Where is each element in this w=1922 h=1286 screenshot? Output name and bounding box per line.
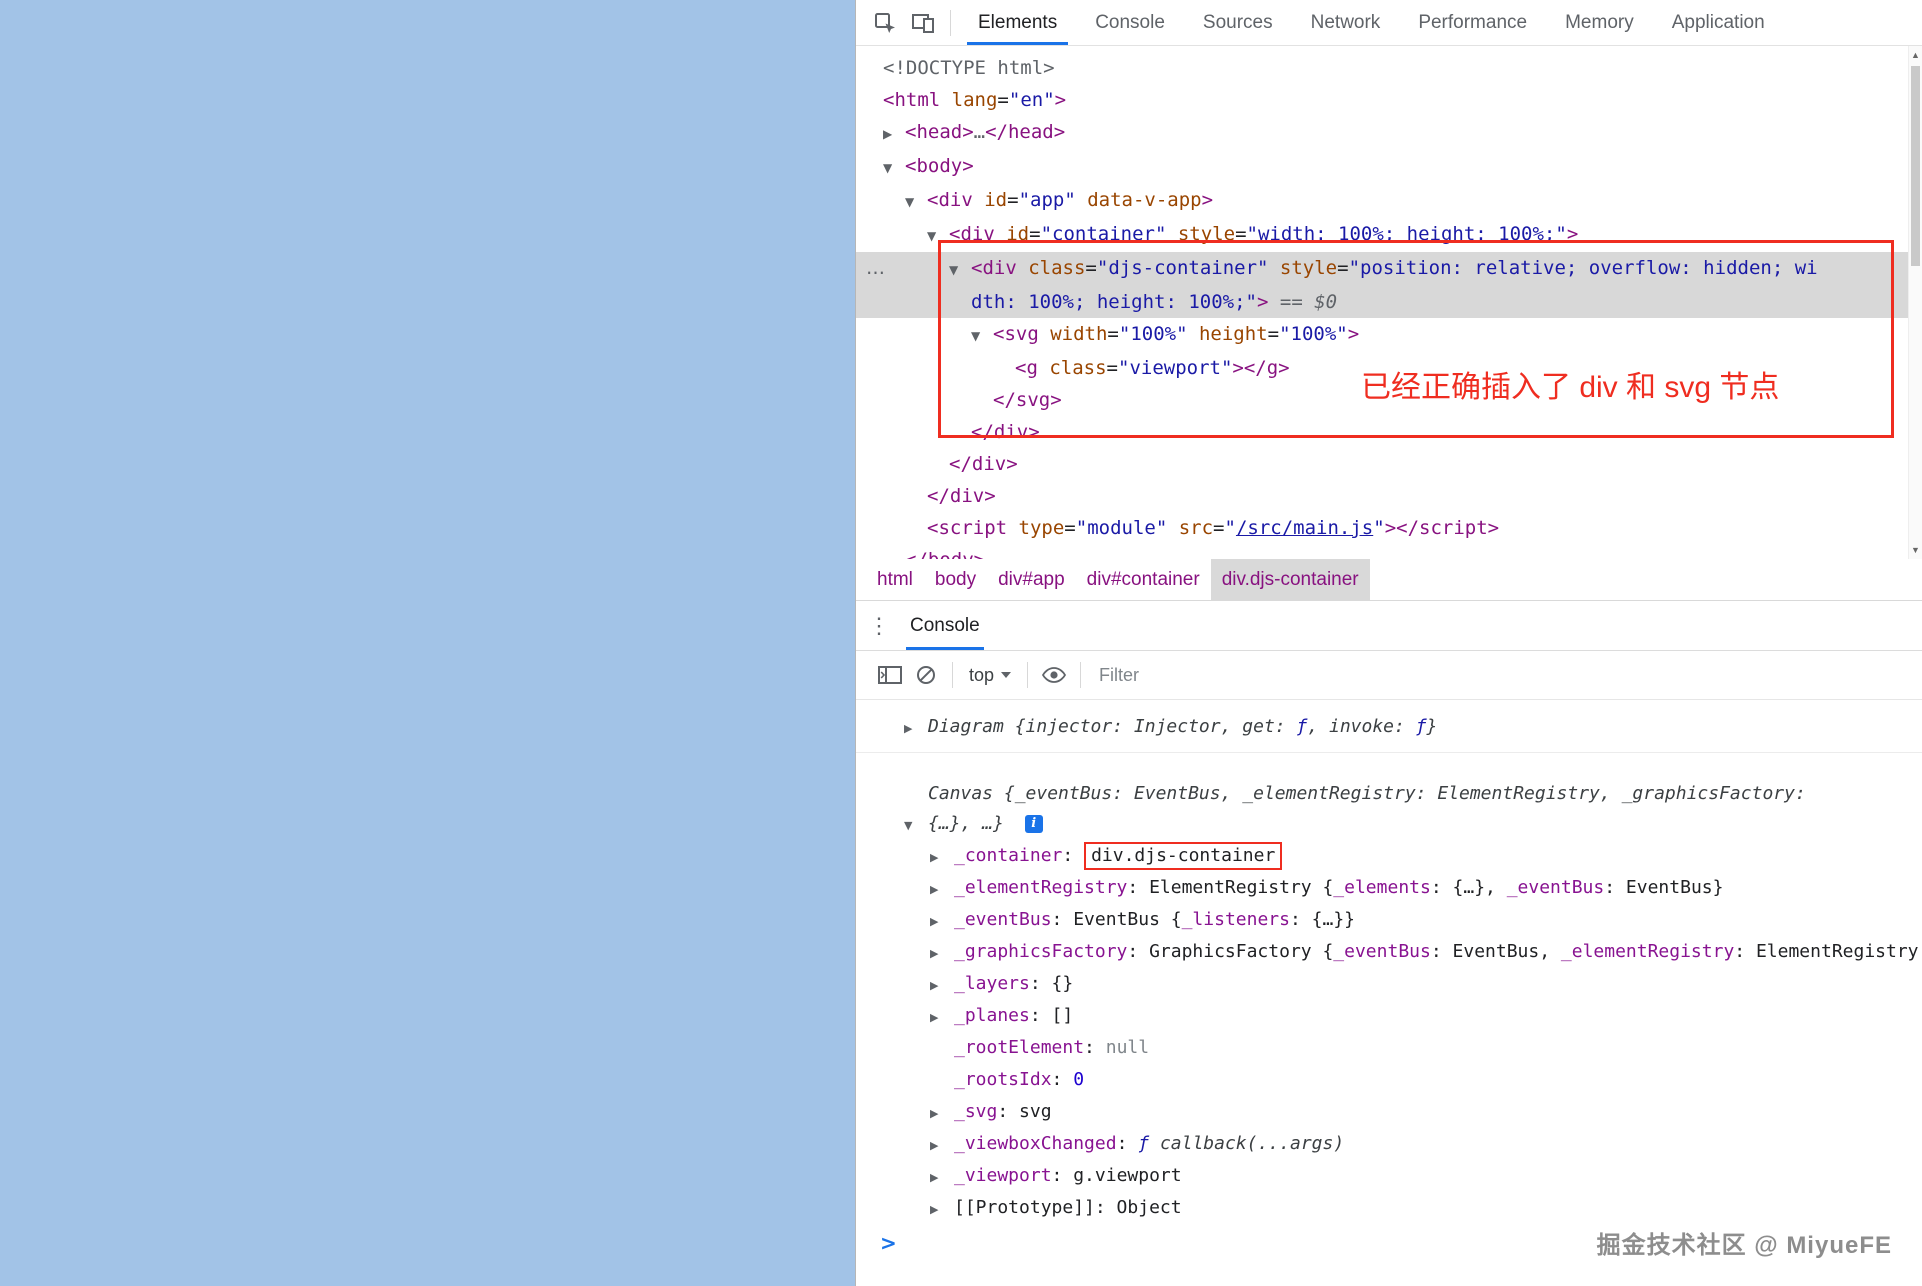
expander-down-icon[interactable]: ▼ bbox=[905, 186, 927, 218]
console-property-row[interactable]: ▶_viewport: g.viewport bbox=[856, 1161, 1922, 1193]
console-property-row[interactable]: ▶_planes: [] bbox=[856, 1001, 1922, 1033]
dom-tree-line[interactable]: ▶<head>…</head> bbox=[856, 116, 1922, 150]
console-filter-input[interactable] bbox=[1099, 665, 1922, 686]
chevron-down-icon bbox=[1001, 672, 1011, 678]
expander-right-icon[interactable]: ▶ bbox=[930, 843, 954, 873]
console-property-row[interactable]: ▶_svg: svg bbox=[856, 1097, 1922, 1129]
console-property-row[interactable]: ▶_eventBus: EventBus {_listeners: {…}} bbox=[856, 905, 1922, 937]
breadcrumb-item[interactable]: html bbox=[866, 559, 924, 600]
expander-right-icon[interactable]: ▶ bbox=[930, 1163, 954, 1193]
tab-application[interactable]: Application bbox=[1653, 0, 1784, 45]
dom-tree-line[interactable]: </div> bbox=[856, 416, 1922, 448]
devtools-panel: ElementsConsoleSourcesNetworkPerformance… bbox=[855, 0, 1922, 1286]
tab-console[interactable]: Console bbox=[1076, 0, 1184, 45]
context-selector-dropdown[interactable]: top bbox=[961, 665, 1019, 686]
annotation-text: 已经正确插入了 div 和 svg 节点 bbox=[1361, 362, 1779, 406]
tab-console-drawer[interactable]: Console bbox=[902, 601, 988, 650]
dom-tree-line[interactable]: ▼<div id="app" data-v-app> bbox=[856, 184, 1922, 218]
clear-console-icon[interactable] bbox=[908, 657, 944, 693]
screenshot-root: ElementsConsoleSourcesNetworkPerformance… bbox=[0, 0, 1922, 1286]
tab-sources[interactable]: Sources bbox=[1184, 0, 1292, 45]
dom-tree-line[interactable]: <!DOCTYPE html> bbox=[856, 52, 1922, 84]
console-toolbar: top bbox=[856, 651, 1922, 700]
expander-down-icon[interactable]: ▼ bbox=[904, 811, 928, 841]
devtools-main-toolbar: ElementsConsoleSourcesNetworkPerformance… bbox=[856, 0, 1922, 46]
console-property-row[interactable]: ▶_viewboxChanged: ƒ callback(...args) bbox=[856, 1129, 1922, 1161]
dom-tree-line[interactable]: </body> bbox=[856, 544, 1922, 559]
tab-network[interactable]: Network bbox=[1292, 0, 1400, 45]
live-expression-eye-icon[interactable] bbox=[1036, 657, 1072, 693]
toolbar-separator bbox=[1080, 662, 1081, 688]
console-property-row[interactable]: ▶_container: div.djs-container bbox=[856, 841, 1922, 873]
breadcrumb-item[interactable]: body bbox=[924, 559, 987, 600]
expander-right-icon[interactable]: ▶ bbox=[930, 1099, 954, 1129]
toolbar-separator bbox=[1027, 662, 1028, 688]
expander-right-icon[interactable]: ▶ bbox=[930, 1131, 954, 1161]
expander-right-icon[interactable]: ▶ bbox=[904, 714, 928, 744]
console-tab-label: Console bbox=[910, 615, 980, 637]
console-property-row[interactable]: ▶_elementRegistry: ElementRegistry {_ele… bbox=[856, 873, 1922, 905]
scrollbar-thumb[interactable] bbox=[1911, 66, 1920, 266]
console-property-row[interactable]: ▶_layers: {} bbox=[856, 969, 1922, 1001]
tab-performance[interactable]: Performance bbox=[1399, 0, 1546, 45]
dom-tree-line[interactable]: </div> bbox=[856, 448, 1922, 480]
expander-right-icon[interactable]: ▶ bbox=[883, 118, 905, 150]
console-messages: ▶Diagram {injector: Injector, get: ƒ, in… bbox=[856, 700, 1922, 1286]
elements-scrollbar[interactable]: ▲ ▼ bbox=[1908, 46, 1922, 559]
console-log-row[interactable]: ▼{…}, …} i bbox=[856, 809, 1922, 841]
breadcrumb-item[interactable]: div#container bbox=[1076, 559, 1211, 600]
context-selector-label: top bbox=[969, 665, 994, 686]
tab-memory[interactable]: Memory bbox=[1546, 0, 1653, 45]
breadcrumb-item[interactable]: div.djs-container bbox=[1211, 559, 1370, 600]
toolbar-separator bbox=[952, 662, 953, 688]
dom-tree-line[interactable]: ▼<div id="container" style="width: 100%;… bbox=[856, 218, 1922, 252]
console-prompt-chevron-icon: > bbox=[880, 1231, 897, 1255]
expander-right-icon[interactable]: ▶ bbox=[930, 907, 954, 937]
info-icon[interactable]: i bbox=[1025, 815, 1043, 833]
expander-right-icon[interactable]: ▶ bbox=[930, 1195, 954, 1225]
console-property-row[interactable]: _rootElement: null bbox=[856, 1033, 1922, 1065]
console-property-row[interactable]: ▶[[Prototype]]: Object bbox=[856, 1193, 1922, 1225]
scrollbar-down-arrow-icon[interactable]: ▼ bbox=[1909, 543, 1922, 557]
dom-tree-lines: <!DOCTYPE html><html lang="en">▶<head>…<… bbox=[856, 46, 1922, 559]
gutter-ellipsis-icon[interactable]: … bbox=[866, 252, 885, 284]
dom-tree-line[interactable]: …▼<div class="djs-container" style="posi… bbox=[856, 252, 1922, 286]
expander-down-icon[interactable]: ▼ bbox=[927, 220, 949, 252]
console-entries: ▶Diagram {injector: Injector, get: ƒ, in… bbox=[856, 704, 1922, 1225]
console-log-row[interactable]: ▶Diagram {injector: Injector, get: ƒ, in… bbox=[856, 704, 1922, 753]
elements-panel: <!DOCTYPE html><html lang="en">▶<head>…<… bbox=[856, 46, 1922, 559]
dom-tree-line[interactable]: ▼<body> bbox=[856, 150, 1922, 184]
dom-tree-line[interactable]: <html lang="en"> bbox=[856, 84, 1922, 116]
expander-down-icon[interactable]: ▼ bbox=[971, 320, 993, 352]
dom-tree-line[interactable]: dth: 100%; height: 100%;"> == $0 bbox=[856, 286, 1922, 318]
main-tabs: ElementsConsoleSourcesNetworkPerformance… bbox=[959, 0, 1784, 45]
dom-tree-line[interactable]: </div> bbox=[856, 480, 1922, 512]
tab-elements[interactable]: Elements bbox=[959, 0, 1076, 45]
device-toolbar-icon[interactable] bbox=[904, 4, 942, 42]
toolbar-separator bbox=[950, 10, 951, 36]
console-drawer-header: ⋮ Console bbox=[856, 601, 1922, 651]
console-sidebar-icon[interactable] bbox=[872, 657, 908, 693]
expander-right-icon[interactable]: ▶ bbox=[930, 939, 954, 969]
expander-right-icon[interactable]: ▶ bbox=[930, 875, 954, 905]
watermark: 掘金技术社区 @ MiyueFE bbox=[1597, 1225, 1892, 1260]
dom-tree-line[interactable]: <script type="module" src="/src/main.js"… bbox=[856, 512, 1922, 544]
dom-tree-line[interactable]: ▼<svg width="100%" height="100%"> bbox=[856, 318, 1922, 352]
console-property-row[interactable]: ▶_graphicsFactory: GraphicsFactory {_eve… bbox=[856, 937, 1922, 969]
breadcrumb-item[interactable]: div#app bbox=[987, 559, 1076, 600]
inspected-page-viewport[interactable] bbox=[0, 0, 855, 1286]
expander-down-icon[interactable]: ▼ bbox=[949, 254, 971, 286]
kebab-menu-icon[interactable]: ⋮ bbox=[856, 601, 902, 650]
scrollbar-up-arrow-icon[interactable]: ▲ bbox=[1909, 48, 1922, 62]
inspect-element-icon[interactable] bbox=[866, 4, 904, 42]
console-property-row[interactable]: _rootsIdx: 0 bbox=[856, 1065, 1922, 1097]
expander-right-icon[interactable]: ▶ bbox=[930, 1003, 954, 1033]
expander-down-icon[interactable]: ▼ bbox=[883, 152, 905, 184]
console-log-row[interactable]: Canvas {_eventBus: EventBus, _elementReg… bbox=[856, 779, 1922, 809]
breadcrumb: htmlbodydiv#appdiv#containerdiv.djs-cont… bbox=[856, 559, 1922, 601]
expander-right-icon[interactable]: ▶ bbox=[930, 971, 954, 1001]
